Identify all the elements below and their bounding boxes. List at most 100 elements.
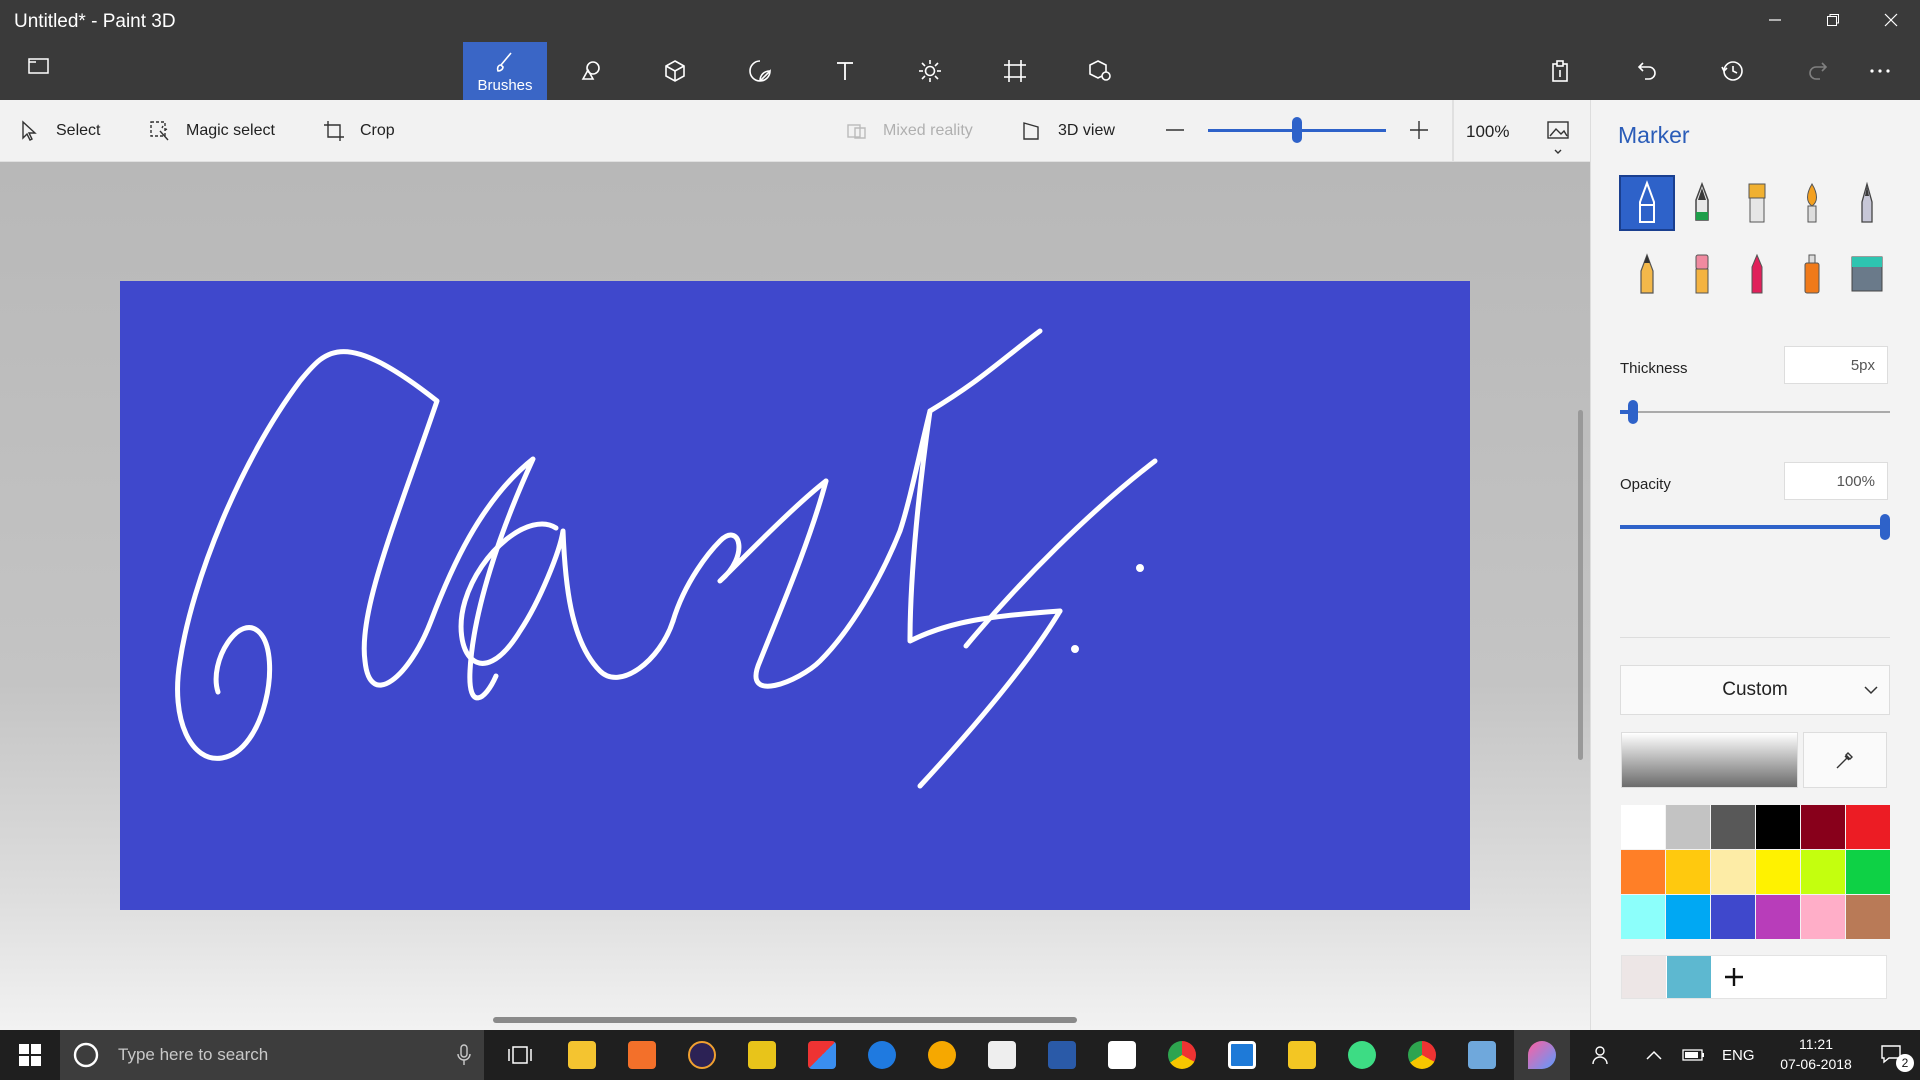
magic-select-button[interactable]: Magic select (148, 100, 275, 162)
current-color-preview[interactable] (1621, 732, 1798, 788)
paint-3d-icon (1528, 1041, 1556, 1069)
brush-marker[interactable] (1619, 175, 1675, 231)
taskbar-app-orange-circle[interactable] (914, 1030, 970, 1080)
taskbar-app-eclipse[interactable] (674, 1030, 730, 1080)
taskbar-app-devcpp[interactable] (1034, 1030, 1090, 1080)
notification-count: 2 (1896, 1054, 1914, 1072)
taskbar-app-file-explorer[interactable] (554, 1030, 610, 1080)
brush-pixel-pen[interactable] (1841, 177, 1893, 229)
drawing-canvas[interactable] (120, 281, 1470, 910)
people-button[interactable] (1580, 1030, 1624, 1080)
tab-effects[interactable] (888, 42, 972, 100)
thickness-input[interactable]: 5px (1784, 346, 1888, 384)
tab-3d-library[interactable] (1058, 42, 1142, 100)
brush-calligraphy-pen[interactable] (1676, 177, 1728, 229)
show-hidden-icons-button[interactable] (1636, 1030, 1672, 1080)
thickness-slider-thumb[interactable] (1628, 400, 1638, 424)
brush-spray-can[interactable] (1786, 248, 1838, 300)
taskbar-app-paint[interactable] (1454, 1030, 1510, 1080)
color-swatch[interactable] (1801, 850, 1845, 894)
color-swatch[interactable] (1711, 895, 1755, 939)
tab-brushes[interactable]: Brushes (463, 42, 547, 100)
taskbar-app-paint-3d[interactable] (1514, 1030, 1570, 1080)
taskbar-app-filezilla[interactable] (734, 1030, 790, 1080)
custom-color-swatch[interactable] (1667, 956, 1711, 998)
battery-button[interactable] (1674, 1030, 1714, 1080)
tab-3d-shapes[interactable] (633, 42, 717, 100)
tab-2d-shapes[interactable] (549, 42, 633, 100)
opacity-input[interactable]: 100% (1784, 462, 1888, 500)
action-center-button[interactable]: 2 (1868, 1030, 1918, 1080)
color-swatch[interactable] (1711, 850, 1755, 894)
start-button[interactable] (2, 1030, 58, 1080)
zoom-in-button[interactable] (1408, 119, 1430, 141)
thickness-slider[interactable] (1620, 400, 1890, 424)
color-swatch[interactable] (1846, 805, 1890, 849)
color-swatch[interactable] (1846, 895, 1890, 939)
taskbar-app-chrome[interactable] (1394, 1030, 1450, 1080)
custom-color-swatch[interactable] (1622, 956, 1666, 998)
color-swatch[interactable] (1756, 895, 1800, 939)
view-options-button[interactable] (1544, 118, 1574, 156)
color-swatch[interactable] (1801, 895, 1845, 939)
taskbar-app-blue-square[interactable] (1214, 1030, 1270, 1080)
color-swatch[interactable] (1621, 805, 1665, 849)
zoom-slider-thumb[interactable] (1292, 117, 1302, 143)
menu-button[interactable] (26, 54, 58, 86)
more-options-button[interactable] (1848, 42, 1912, 100)
task-view-button[interactable] (492, 1030, 548, 1080)
mixed-reality-button[interactable]: Mixed reality (845, 100, 973, 162)
color-swatch[interactable] (1621, 850, 1665, 894)
taskbar-app-chrome-user[interactable] (1154, 1030, 1210, 1080)
brush-eraser[interactable] (1676, 248, 1728, 300)
vertical-scrollbar[interactable] (1578, 410, 1583, 760)
eyedropper-button[interactable] (1803, 732, 1887, 788)
taskbar-app-edge[interactable] (854, 1030, 910, 1080)
tab-text[interactable] (803, 42, 887, 100)
horizontal-scrollbar[interactable] (493, 1017, 1077, 1023)
android-studio-icon (1348, 1041, 1376, 1069)
close-button[interactable] (1862, 0, 1920, 40)
color-swatch[interactable] (1666, 850, 1710, 894)
taskbar-app-android-studio[interactable] (1334, 1030, 1390, 1080)
color-swatch[interactable] (1801, 805, 1845, 849)
taskbar-app-photos[interactable] (794, 1030, 850, 1080)
color-swatch[interactable] (1621, 895, 1665, 939)
opacity-slider-thumb[interactable] (1880, 514, 1890, 540)
color-swatch[interactable] (1666, 805, 1710, 849)
undo-button[interactable] (1605, 42, 1689, 100)
brush-watercolor[interactable] (1786, 177, 1838, 229)
color-swatch[interactable] (1846, 850, 1890, 894)
color-swatch[interactable] (1756, 805, 1800, 849)
tab-canvas[interactable] (973, 42, 1057, 100)
3d-view-button[interactable]: 3D view (1020, 100, 1115, 162)
brush-fill[interactable] (1841, 248, 1893, 300)
color-swatch[interactable] (1666, 895, 1710, 939)
color-swatch[interactable] (1711, 805, 1755, 849)
color-mode-dropdown[interactable]: Custom (1620, 665, 1890, 715)
crop-button[interactable]: Crop (322, 100, 395, 162)
tab-stickers[interactable] (718, 42, 802, 100)
taskbar-app-store[interactable] (974, 1030, 1030, 1080)
zoom-slider[interactable] (1208, 117, 1386, 143)
mixed-reality-icon (847, 124, 866, 139)
restore-button[interactable] (1804, 0, 1862, 40)
brush-oil[interactable] (1731, 177, 1783, 229)
zoom-out-button[interactable] (1164, 119, 1186, 141)
minimize-button[interactable] (1746, 0, 1804, 40)
effects-icon (919, 60, 941, 82)
taskbar-app-xampp[interactable] (614, 1030, 670, 1080)
add-color-button[interactable] (1712, 956, 1756, 998)
color-swatch[interactable] (1756, 850, 1800, 894)
clock[interactable]: 11:21 07-06-2018 (1766, 1034, 1866, 1074)
search-box[interactable]: Type here to search (60, 1030, 484, 1080)
history-button[interactable] (1690, 42, 1774, 100)
taskbar-app-mail[interactable] (1094, 1030, 1150, 1080)
opacity-slider[interactable] (1620, 514, 1890, 540)
brush-pencil[interactable] (1621, 248, 1673, 300)
taskbar-app-whatsapp[interactable] (1274, 1030, 1330, 1080)
brush-crayon[interactable] (1731, 248, 1783, 300)
paste-button[interactable] (1518, 42, 1602, 100)
language-indicator[interactable]: ENG (1722, 1047, 1755, 1064)
select-button[interactable]: Select (18, 100, 100, 162)
